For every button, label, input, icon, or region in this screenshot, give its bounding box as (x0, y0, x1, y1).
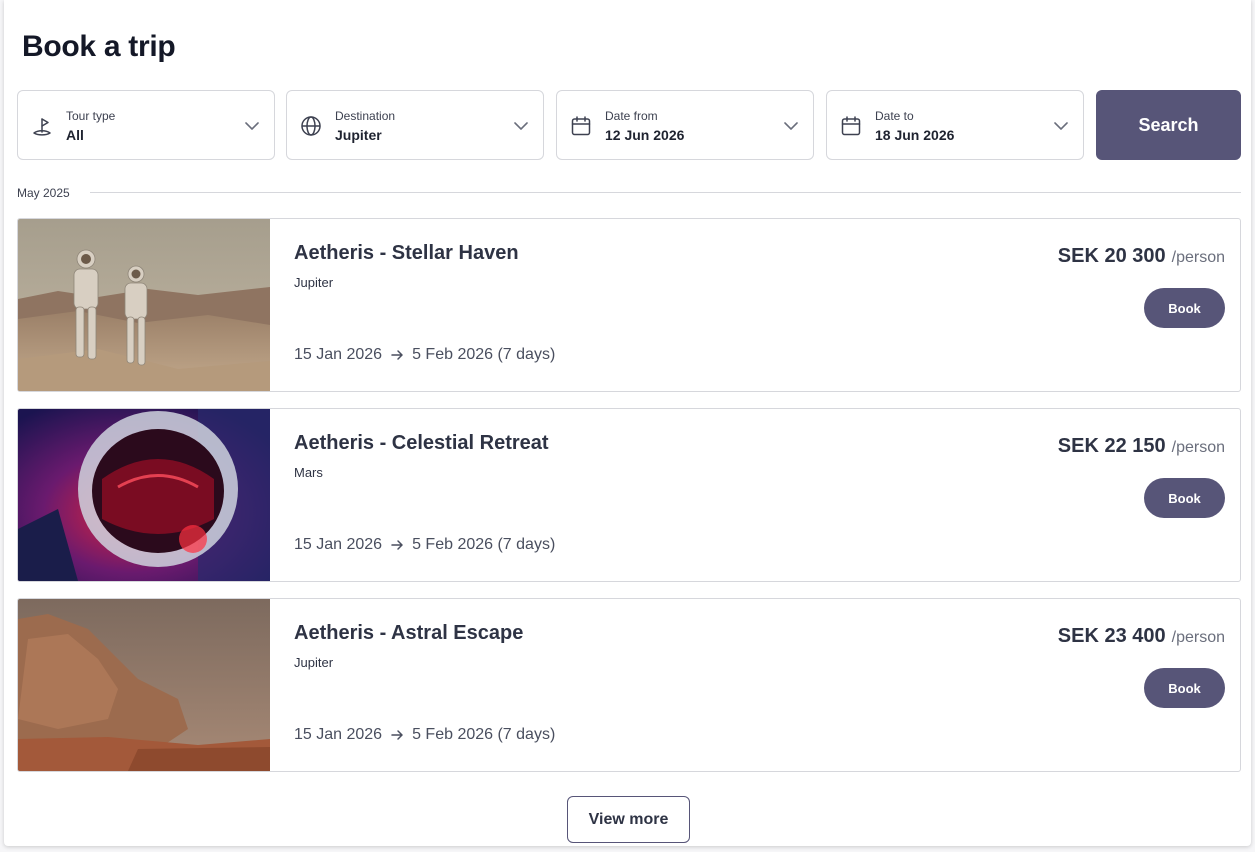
trip-date-to: 5 Feb 2026 (7 days) (412, 536, 556, 553)
trip-destination: Jupiter (294, 655, 334, 670)
astronaut-helmet-red-light-image (18, 409, 270, 581)
trip-date-from: 15 Jan 2026 (294, 346, 383, 363)
section-divider (90, 192, 1241, 193)
chevron-down-icon (514, 122, 528, 130)
chevron-down-icon (245, 122, 259, 130)
arrow-right-icon (391, 540, 403, 550)
destination-select[interactable]: Destination Jupiter (286, 90, 544, 160)
view-more-button[interactable]: View more (567, 796, 690, 843)
chevron-down-icon (1054, 122, 1068, 130)
globe-icon (301, 116, 321, 136)
price-amount: SEK 23 400 (1057, 625, 1166, 647)
arrow-right-icon (391, 350, 403, 360)
trip-dates: 15 Jan 2026 5 Feb 2026 (7 days) (294, 346, 555, 364)
red-rock-landscape-image (18, 599, 270, 771)
calendar-icon (841, 116, 861, 136)
destination-value: Jupiter (335, 127, 382, 143)
book-button[interactable]: Book (1144, 668, 1225, 708)
trip-price: SEK 22 150 /person (1058, 435, 1225, 458)
trip-date-to: 5 Feb 2026 (7 days) (412, 726, 556, 743)
trip-destination: Mars (294, 465, 323, 480)
price-unit: /person (1171, 629, 1225, 646)
trip-date-from: 15 Jan 2026 (294, 536, 383, 553)
price-amount: SEK 20 300 (1057, 245, 1166, 267)
date-from-select[interactable]: Date from 12 Jun 2026 (556, 90, 814, 160)
page-title: Book a trip (22, 30, 176, 63)
price-unit: /person (1171, 439, 1225, 456)
trip-name[interactable]: Aetheris - Astral Escape (294, 622, 523, 645)
trip-card: Aetheris - Astral Escape Jupiter 15 Jan … (17, 598, 1241, 772)
tour-type-label: Tour type (66, 109, 116, 123)
search-button[interactable]: Search (1096, 90, 1241, 160)
calendar-icon (571, 116, 591, 136)
chevron-down-icon (784, 122, 798, 130)
date-from-value: 12 Jun 2026 (605, 127, 685, 143)
trip-card: Aetheris - Stellar Haven Jupiter 15 Jan … (17, 218, 1241, 392)
trip-dates: 15 Jan 2026 5 Feb 2026 (7 days) (294, 536, 555, 554)
date-to-label: Date to (875, 109, 914, 123)
tour-type-select[interactable]: Tour type All (17, 90, 275, 160)
trip-name[interactable]: Aetheris - Celestial Retreat (294, 432, 549, 455)
month-section-label: May 2025 (17, 186, 70, 200)
tour-type-value: All (66, 127, 84, 143)
trip-name[interactable]: Aetheris - Stellar Haven (294, 242, 519, 265)
trip-destination: Jupiter (294, 275, 334, 290)
destination-label: Destination (335, 109, 396, 123)
book-button[interactable]: Book (1144, 478, 1225, 518)
price-amount: SEK 22 150 (1057, 435, 1166, 457)
trip-price: SEK 23 400 /person (1058, 625, 1225, 648)
trip-card: Aetheris - Celestial Retreat Mars 15 Jan… (17, 408, 1241, 582)
arrow-right-icon (391, 730, 403, 740)
trip-date-from: 15 Jan 2026 (294, 726, 383, 743)
trip-dates: 15 Jan 2026 5 Feb 2026 (7 days) (294, 726, 555, 744)
trip-date-to: 5 Feb 2026 (7 days) (412, 346, 556, 363)
book-button[interactable]: Book (1144, 288, 1225, 328)
tour-type-icon (33, 118, 51, 136)
date-to-value: 18 Jun 2026 (875, 127, 955, 143)
trip-price: SEK 20 300 /person (1058, 245, 1225, 268)
price-unit: /person (1171, 249, 1225, 266)
date-to-select[interactable]: Date to 18 Jun 2026 (826, 90, 1084, 160)
date-from-label: Date from (605, 109, 658, 123)
astronauts-on-desert-image (18, 219, 270, 391)
booking-page: Book a trip Tour type All Destination Ju… (4, 0, 1251, 846)
